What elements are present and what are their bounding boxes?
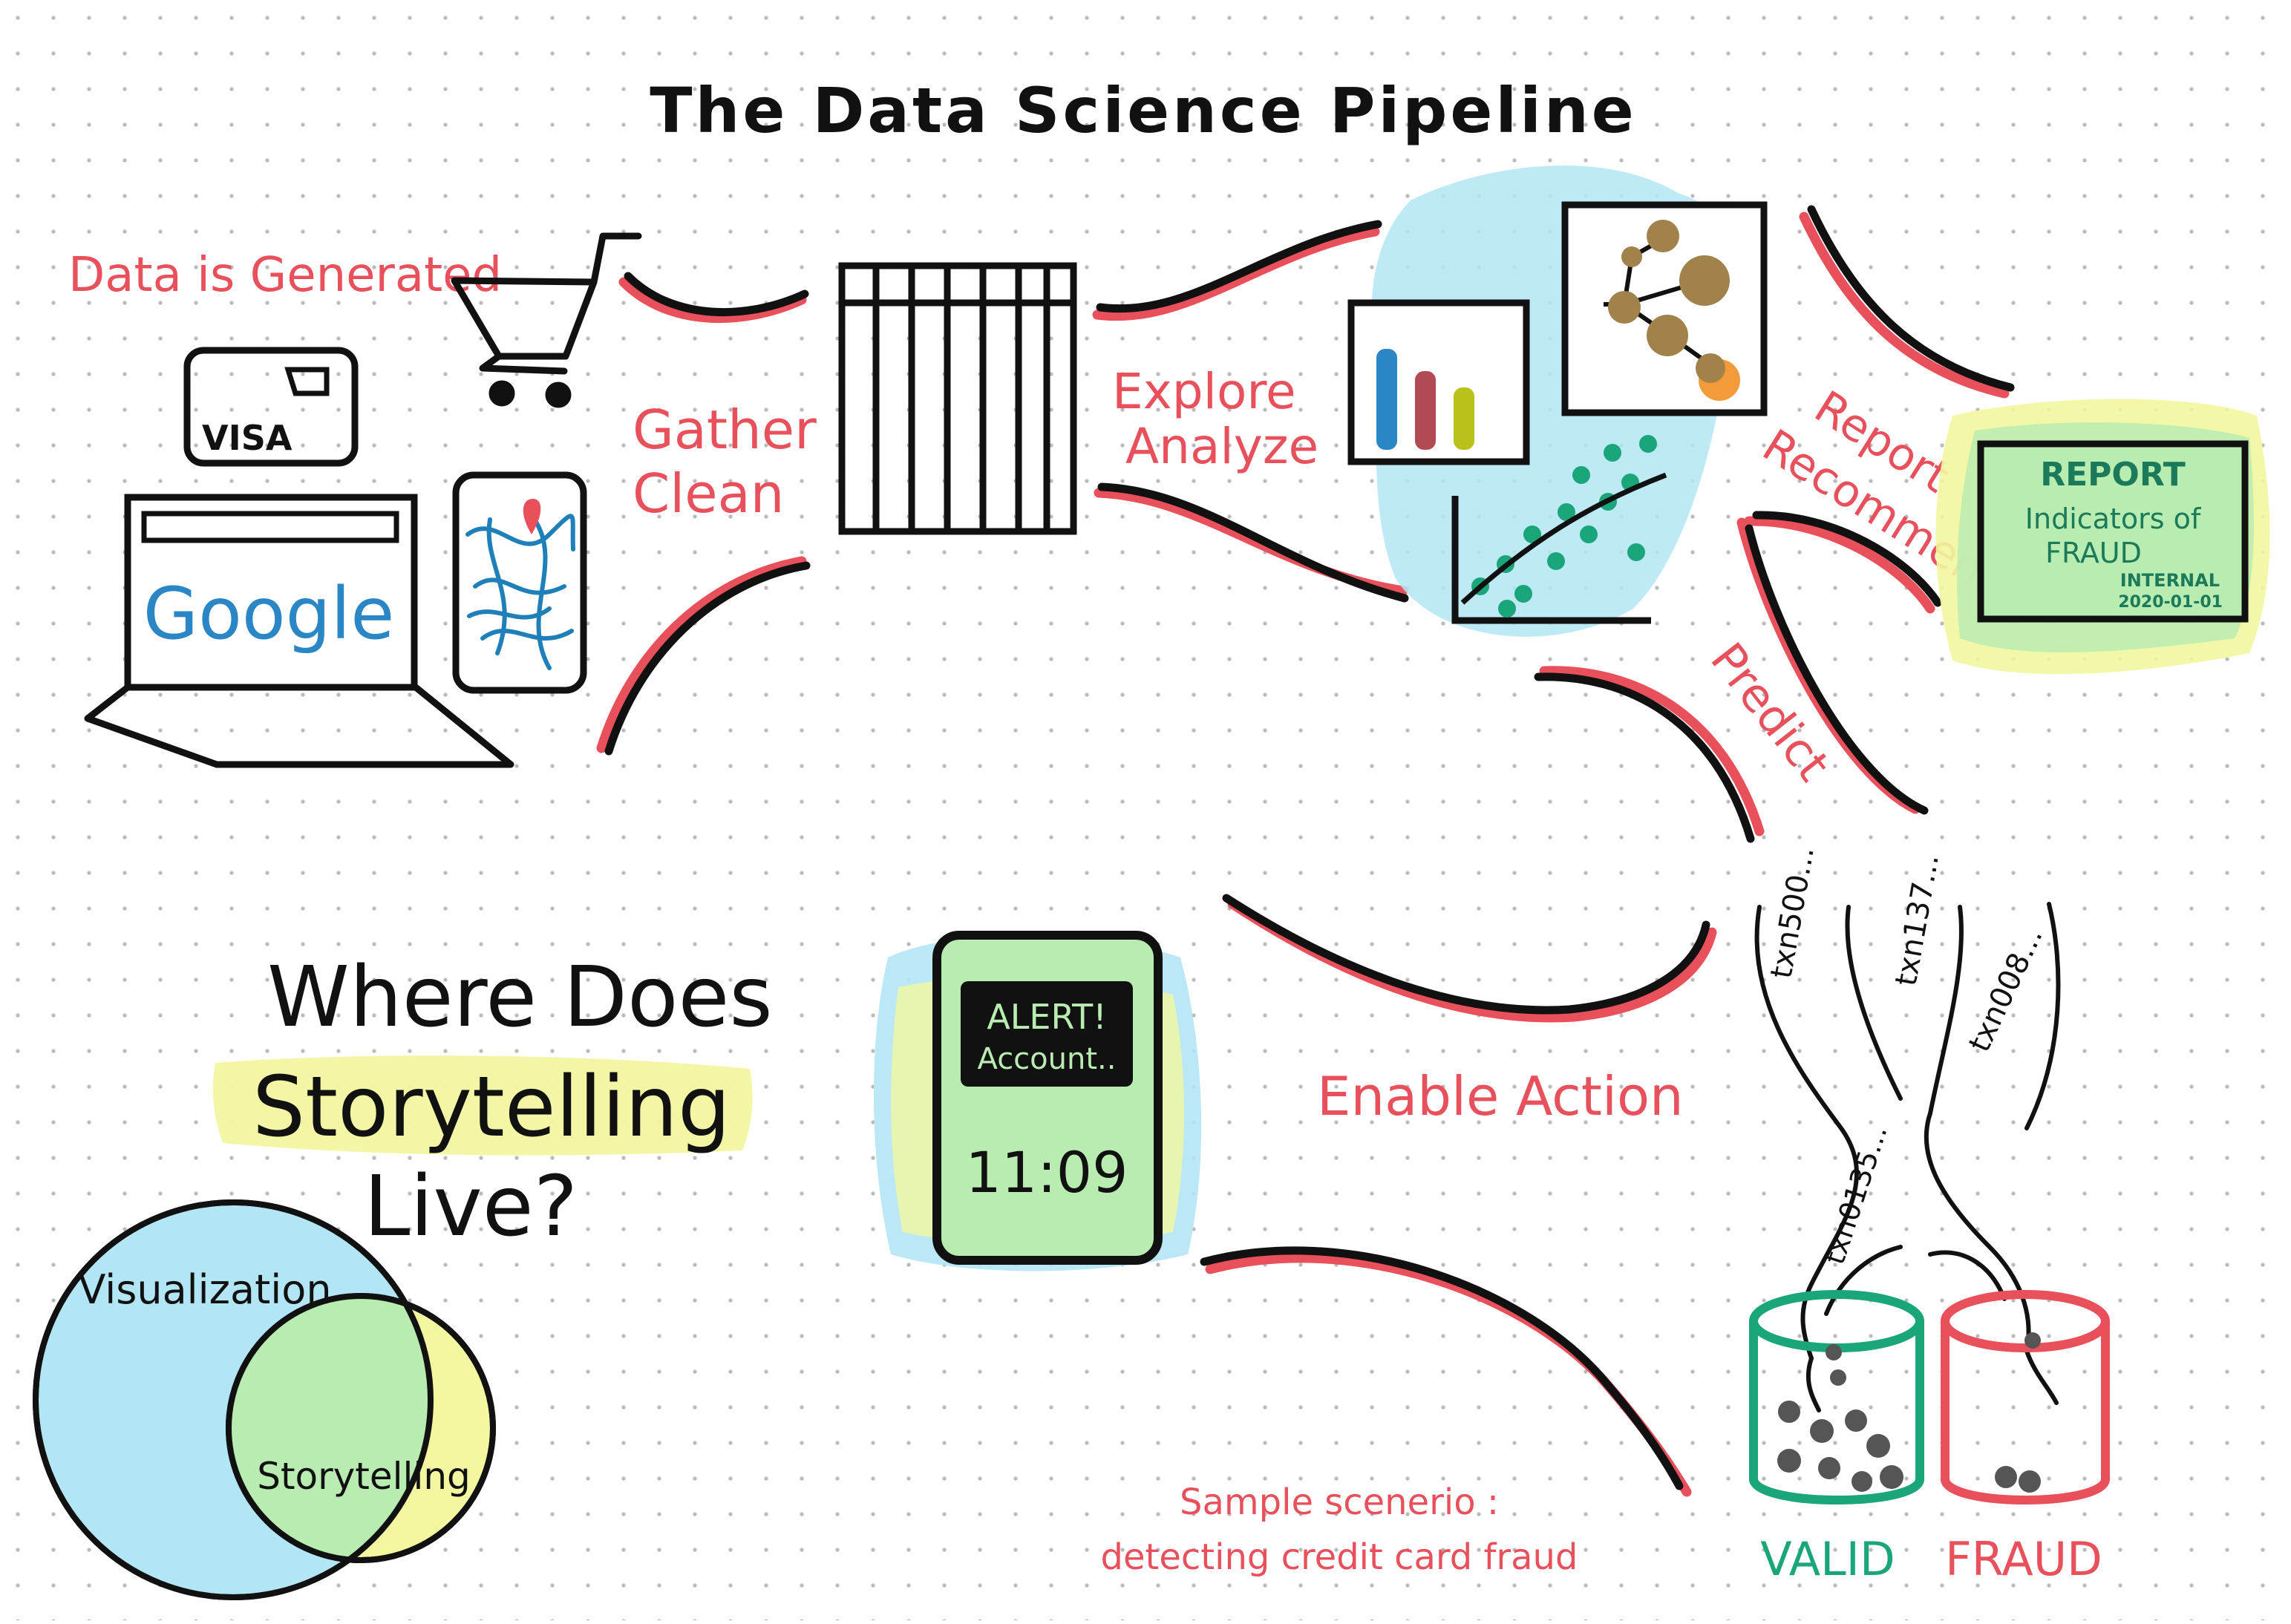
fraud-label: FRAUD [1945, 1532, 2102, 1586]
report-line-2: FRAUD [2045, 537, 2142, 569]
stage-label-explore: Explore [1112, 363, 1296, 420]
stage-label-generated: Data is Generated [68, 248, 502, 303]
question-line-1: Where Does [267, 949, 773, 1046]
card-brand: VISA [202, 418, 292, 458]
page-title: The Data Science Pipeline [650, 74, 1636, 147]
phone-time: 11:09 [965, 1139, 1128, 1205]
report-line-1: Indicators of [2025, 502, 2202, 535]
alert-line-1: ALERT! [987, 997, 1106, 1037]
report-document-icon: REPORT Indicators of FRAUD INTERNAL 2020… [1977, 440, 2249, 623]
stage-label-enable-action: Enable Action [1317, 1065, 1684, 1127]
venn-visualization-label: Visualization [78, 1266, 331, 1313]
stage-label-analyze: Analyze [1125, 418, 1318, 475]
alert-line-2: Account.. [978, 1042, 1117, 1076]
bar-chart-icon [1347, 299, 1530, 465]
question-line-3: Live? [364, 1159, 578, 1255]
valid-label: VALID [1760, 1532, 1895, 1586]
venn-storytelling-label: Storytelling [257, 1455, 471, 1498]
stage-label-gather: Gather [633, 399, 817, 461]
report-stamp: INTERNAL [2120, 570, 2220, 591]
scenario-line-1: Sample scenerio : [1180, 1481, 1499, 1523]
report-heading: REPORT [2040, 456, 2186, 494]
phone-map-icon [452, 471, 587, 694]
scenario-line-2: detecting credit card fraud [1101, 1536, 1578, 1578]
phone-alert-icon: ALERT! Account.. 11:09 [932, 931, 1163, 1265]
stage-label-clean: Clean [633, 462, 784, 525]
pipeline-diagram: The Data Science Pipeline Data is Genera… [0, 0, 2291, 1620]
network-chart-icon [1561, 201, 1768, 416]
search-brand: Google [143, 572, 395, 655]
pipeline-canvas: The Data Science Pipeline Data is Genera… [0, 0, 2291, 1620]
question-line-2: Storytelling [252, 1059, 731, 1156]
report-date: 2020-01-01 [2118, 593, 2223, 612]
